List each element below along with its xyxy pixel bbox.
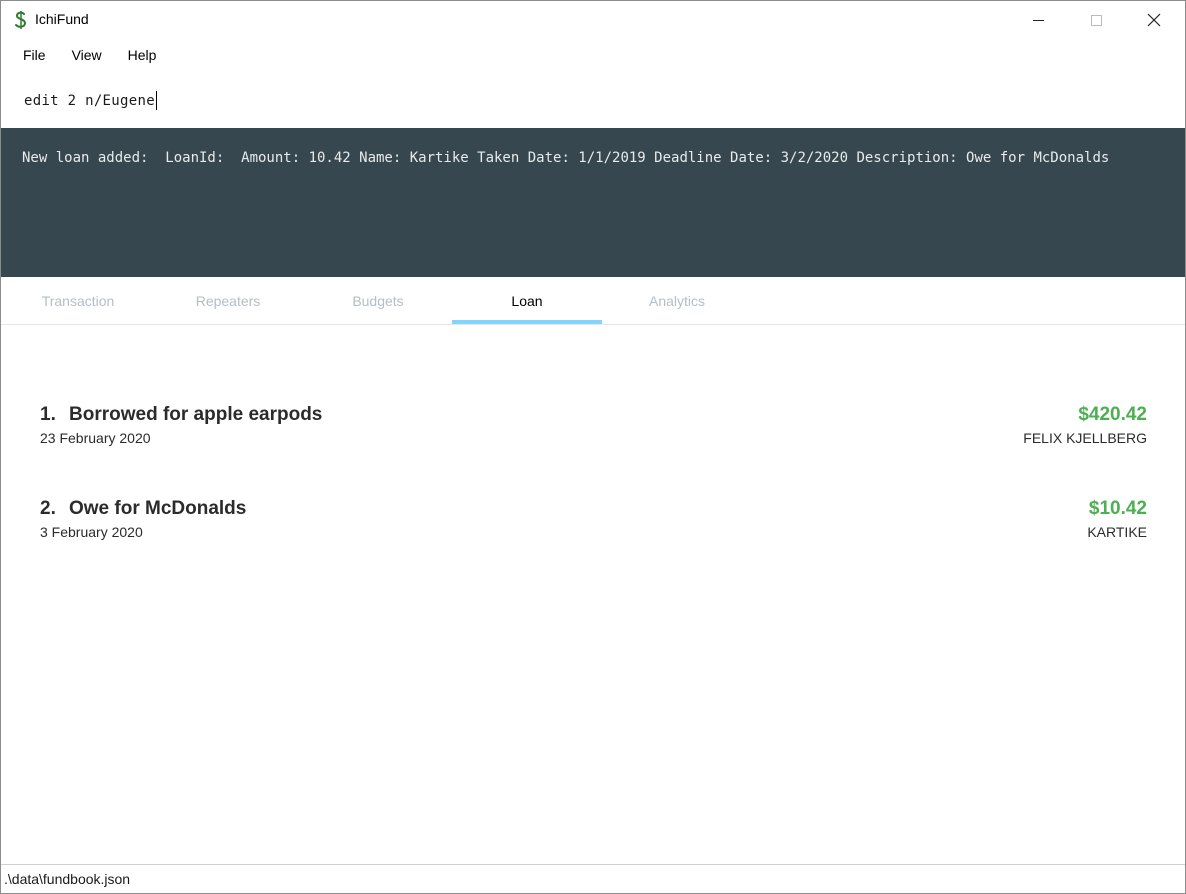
title-bar[interactable]: IchiFund — [1, 1, 1185, 39]
text-caret — [155, 91, 157, 110]
minimize-button[interactable] — [1009, 1, 1067, 39]
list-item[interactable]: 2. Owe for McDonalds 3 February 2020 $10… — [1, 498, 1185, 568]
tab-transaction[interactable]: Transaction — [3, 277, 153, 324]
menu-file[interactable]: File — [21, 43, 48, 67]
list-item[interactable]: 1. Borrowed for apple earpods 23 Februar… — [1, 404, 1185, 474]
command-box[interactable]: edit 2 n/Eugene — [1, 71, 1185, 128]
menu-bar: File View Help — [1, 39, 1185, 71]
command-text: edit 2 n/Eugene — [24, 92, 155, 109]
loan-index: 1. — [40, 404, 56, 425]
loan-name: FELIX KJELLBERG — [1023, 430, 1147, 446]
tab-bar: Transaction Repeaters Budgets Loan Analy… — [1, 277, 1185, 325]
loan-amount: $10.42 — [1088, 498, 1147, 519]
tab-budgets[interactable]: Budgets — [303, 277, 453, 324]
menu-view[interactable]: View — [70, 43, 104, 67]
minimize-icon — [1032, 19, 1044, 21]
loan-date: 23 February 2020 — [40, 430, 151, 446]
loan-list[interactable]: 1. Borrowed for apple earpods 23 Februar… — [1, 325, 1185, 864]
close-button[interactable] — [1125, 1, 1183, 39]
menu-help[interactable]: Help — [126, 43, 159, 67]
loan-index: 2. — [40, 498, 56, 519]
maximize-icon — [1090, 14, 1102, 26]
loan-amount: $420.42 — [1078, 404, 1147, 425]
window-title: IchiFund — [35, 11, 89, 27]
status-bar: .\data\fundbook.json — [1, 864, 1185, 893]
loan-date: 3 February 2020 — [40, 524, 143, 540]
maximize-button[interactable] — [1067, 1, 1125, 39]
save-location-path: .\data\fundbook.json — [4, 871, 131, 887]
loan-description: Owe for McDonalds — [69, 498, 247, 519]
result-text: New loan added: LoanId: Amount: 10.42 Na… — [22, 150, 1110, 166]
tab-analytics[interactable]: Analytics — [602, 277, 752, 324]
tab-repeaters[interactable]: Repeaters — [153, 277, 303, 324]
loan-description: Borrowed for apple earpods — [69, 404, 323, 425]
close-icon — [1147, 13, 1161, 27]
result-display: New loan added: LoanId: Amount: 10.42 Na… — [1, 128, 1185, 277]
loan-name: KARTIKE — [1087, 524, 1147, 540]
tab-loan[interactable]: Loan — [452, 277, 602, 324]
dollar-icon — [13, 10, 29, 30]
app-window: IchiFund File View Help edit 2 n/Eugene … — [0, 0, 1186, 894]
command-input[interactable]: edit 2 n/Eugene — [24, 91, 157, 110]
